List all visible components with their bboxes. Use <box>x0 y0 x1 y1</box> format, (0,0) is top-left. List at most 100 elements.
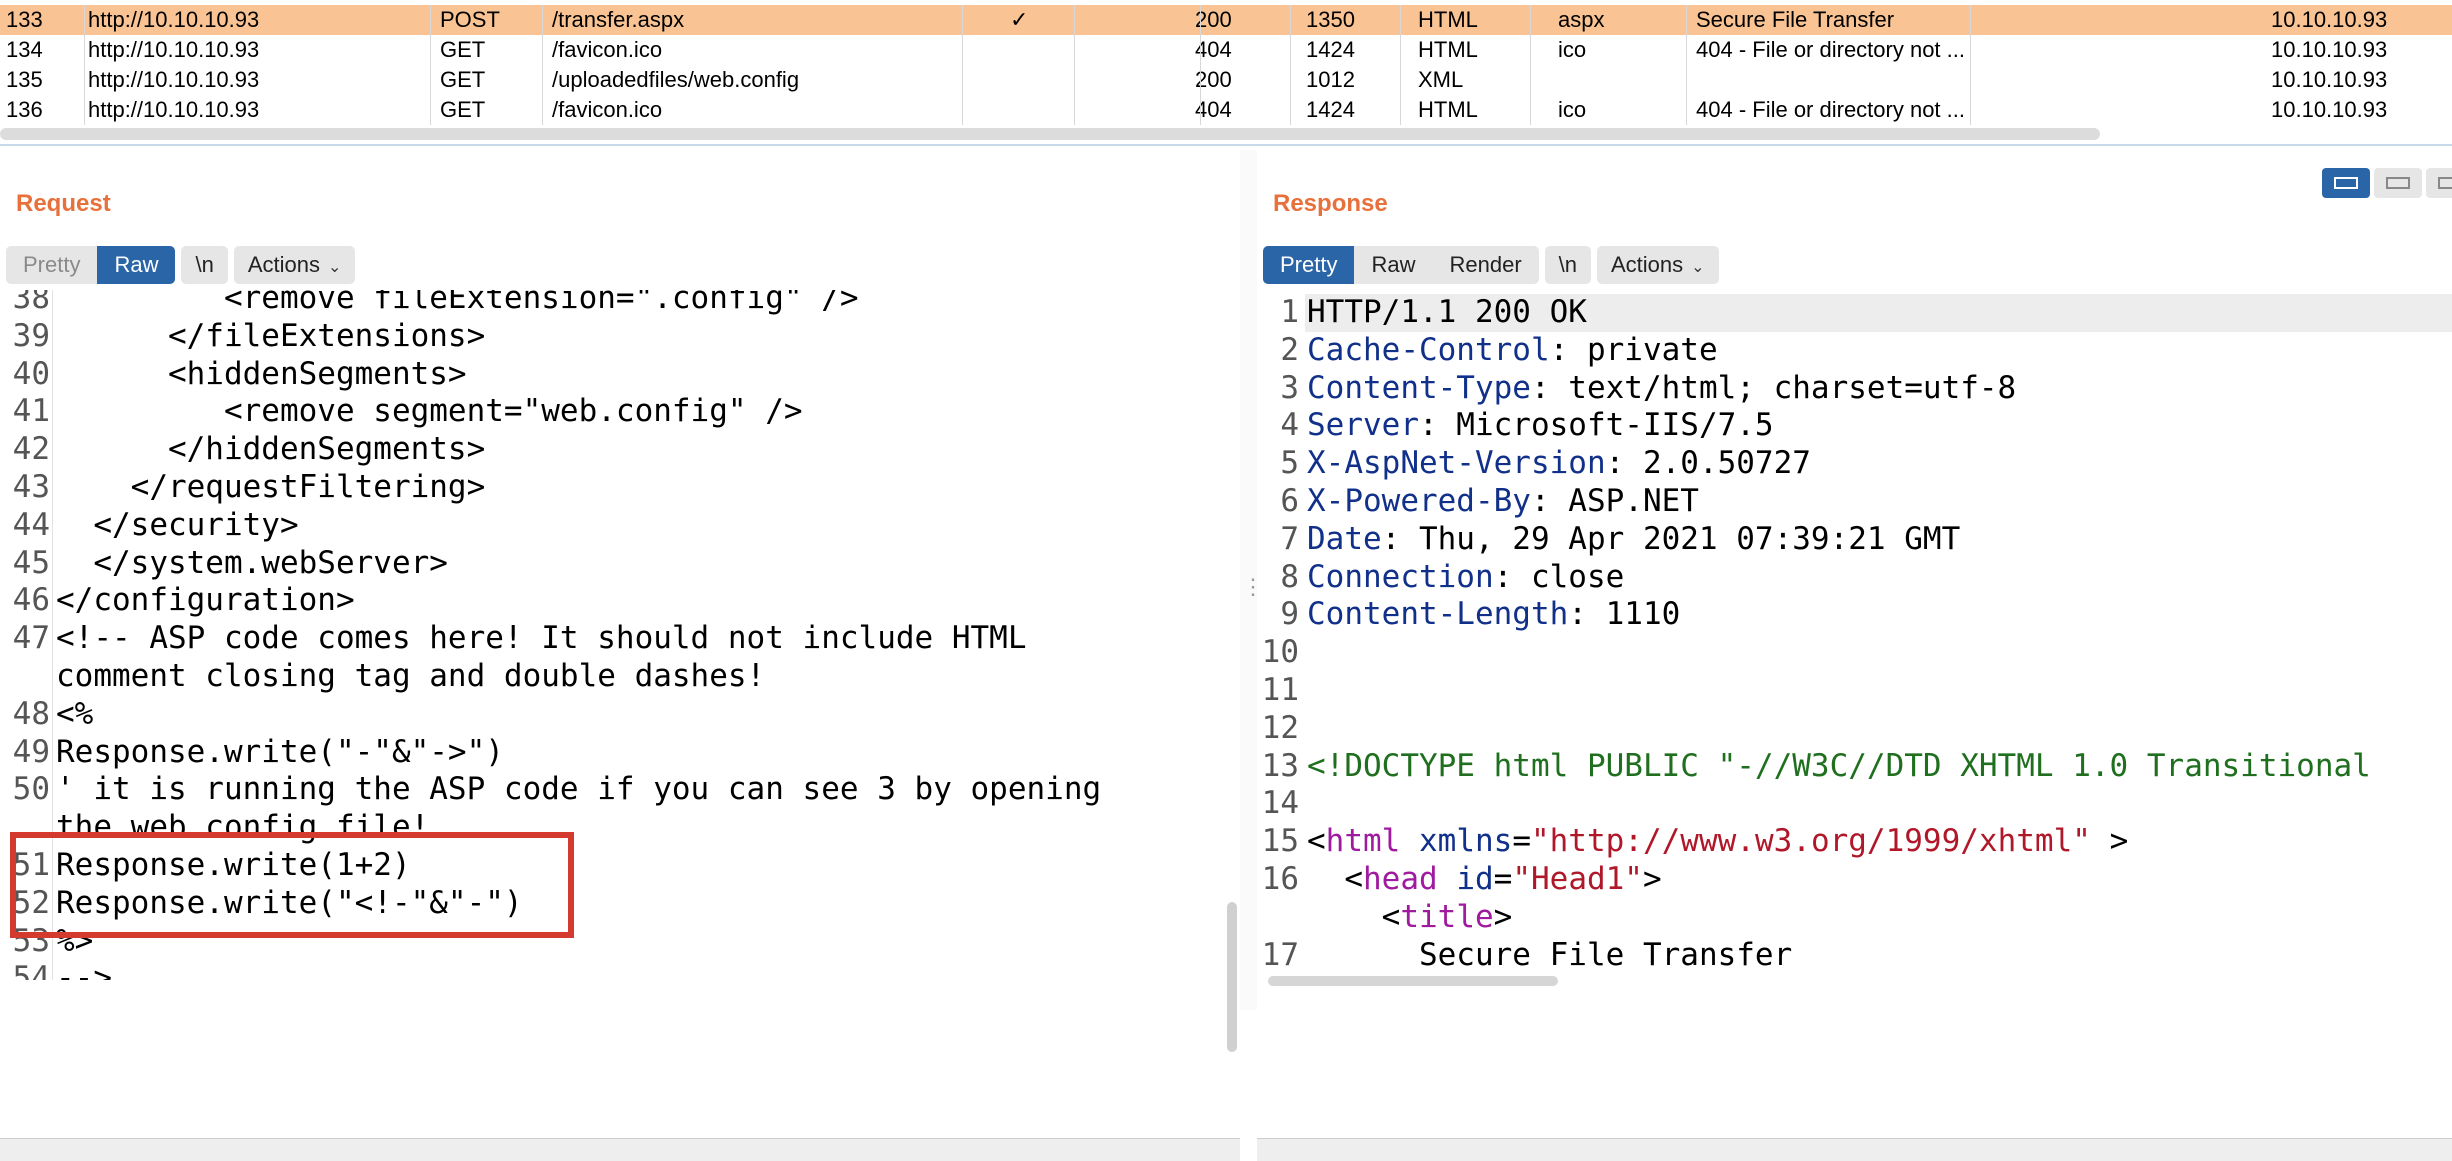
column-divider <box>1686 5 1687 35</box>
history-cell-num: 135 <box>6 67 43 92</box>
code-line: Content-Type: text/html; charset=utf-8 <box>1307 370 2016 408</box>
history-cell-url: /favicon.ico <box>552 37 663 62</box>
history-cell-status: 200 <box>1195 7 1232 32</box>
code-line: HTTP/1.1 200 OK <box>1307 294 1587 332</box>
history-cell-method: POST <box>440 7 500 32</box>
header-value: : 2.0.50727 <box>1605 445 1811 482</box>
request-view-tabs: Pretty Raw <box>6 246 176 284</box>
status-line: HTTP/1.1 200 OK <box>1307 294 1587 330</box>
history-cell-method: GET <box>440 37 486 62</box>
tab-raw[interactable]: Raw <box>97 246 176 284</box>
history-row[interactable]: 136 http://10.10.10.93 GET/favicon.ico 404 1… <box>0 95 2452 125</box>
tab-pretty[interactable]: Pretty <box>1263 246 1355 284</box>
header-name: Date <box>1307 520 1382 557</box>
line-number: 6 <box>1280 483 1299 519</box>
layout-single-button[interactable] <box>2426 168 2452 198</box>
newline-toggle-button[interactable]: \n <box>1544 246 1591 284</box>
header-value: : ASP.NET <box>1530 483 1699 519</box>
tab-raw[interactable]: Raw <box>1354 246 1432 284</box>
history-row[interactable]: 134 http://10.10.10.93 GET/favicon.ico 404 1… <box>0 35 2452 65</box>
history-cell-ip: 10.10.10.93 <box>2271 37 2388 62</box>
column-divider <box>1530 95 1531 125</box>
response-editor[interactable]: 1 HTTP/1.1 200 OK 2 Cache-Control: private 3… <box>1257 290 2452 980</box>
column-divider <box>542 5 543 35</box>
line-number: 48 <box>12 695 50 732</box>
column-divider <box>1074 35 1075 65</box>
history-cell-ip: 10.10.10.93 <box>2271 67 2388 92</box>
history-cell-url: /transfer.aspx <box>552 7 685 32</box>
code-line: <remove segment="web.config" /> <box>56 393 803 430</box>
actions-label: Actions <box>247 252 320 277</box>
layout-stacked-button[interactable] <box>2374 168 2422 198</box>
column-divider <box>430 35 431 65</box>
tab-render[interactable]: Render <box>1432 246 1538 284</box>
history-cell-mime: HTML <box>1418 97 1478 122</box>
column-divider <box>1290 5 1291 35</box>
history-cell-mime: HTML <box>1418 37 1478 62</box>
history-row[interactable]: 133 http://10.10.10.93 POST/transfer.aspx ✓… <box>0 5 2452 35</box>
history-cell-edited <box>1010 95 1070 125</box>
header-value: : Microsoft-IIS/7.5 <box>1418 407 1774 444</box>
response-panel: Response Pretty Raw Render \n Actions ⌄ 1… <box>1257 150 2452 1161</box>
code-line: comment closing tag and double dashes! <box>56 658 766 694</box>
code-line: <!-- ASP code comes here! It should not … <box>56 620 1027 657</box>
history-cell-length: 1424 <box>1306 37 1355 62</box>
layout-side-by-side-button[interactable] <box>2322 168 2370 198</box>
code-line: X-Powered-By: ASP.NET <box>1307 483 1699 521</box>
history-row[interactable]: 135 http://10.10.10.93 GET/uploadedfiles/w… <box>0 65 2452 95</box>
code-line: <title> <box>1307 898 1513 937</box>
line-number: 13 <box>1261 747 1299 784</box>
code-line: Server: Microsoft-IIS/7.5 <box>1307 407 1774 445</box>
history-cell-status: 404 <box>1195 37 1232 62</box>
column-divider <box>1400 35 1401 65</box>
html-token-val: "http://www.w3.org/1999/xhtml" <box>1530 823 2091 860</box>
tab-pretty[interactable]: Pretty <box>6 246 97 284</box>
history-cell-host: http://10.10.10.93 <box>88 7 260 32</box>
code-line: <hiddenSegments> <box>56 355 467 392</box>
line-number: 7 <box>1280 520 1299 557</box>
head-token-close: > <box>1642 861 1662 897</box>
column-divider <box>1970 5 1971 35</box>
column-divider <box>542 65 543 95</box>
code-line: Date: Thu, 29 Apr 2021 07:39:21 GMT <box>1307 521 1960 559</box>
column-divider <box>1074 5 1075 35</box>
code-line: Secure File Transfer <box>1307 937 1792 975</box>
history-cell-status: 404 <box>1195 97 1232 122</box>
line-number: 8 <box>1280 558 1299 595</box>
actions-button[interactable]: Actions ⌄ <box>233 246 356 284</box>
line-number: 44 <box>12 506 50 543</box>
response-title: Response <box>1273 190 1388 217</box>
column-divider <box>1074 95 1075 125</box>
column-divider <box>1970 95 1971 125</box>
code-line: </system.webServer> <box>56 544 448 581</box>
history-cell-mime: XML <box>1418 67 1464 92</box>
newline-toggle-button[interactable]: \n <box>181 246 228 284</box>
request-search-bar[interactable] <box>0 1138 1240 1161</box>
line-number: 1 <box>1280 294 1299 330</box>
line-number: 14 <box>1261 785 1299 822</box>
code-line: <% <box>56 695 94 732</box>
title-token-tag: title <box>1400 898 1494 935</box>
request-title: Request <box>16 190 111 217</box>
response-horizontal-scrollbar[interactable] <box>1268 976 1558 986</box>
history-cell-host: http://10.10.10.93 <box>88 67 260 92</box>
horizontal-splitter[interactable] <box>0 144 2452 146</box>
header-name: Content-Type <box>1307 369 1531 406</box>
header-value: : text/html; charset=utf-8 <box>1530 369 2017 406</box>
header-name: Cache-Control <box>1307 331 1550 368</box>
line-number: 54 <box>12 960 50 980</box>
history-horizontal-scrollbar[interactable] <box>0 128 2100 140</box>
column-divider <box>1200 95 1201 125</box>
request-vertical-scrollbar[interactable] <box>1227 902 1237 1052</box>
header-name: X-Powered-By <box>1307 483 1531 519</box>
line-number: 38 <box>12 290 50 316</box>
code-line: Connection: close <box>1307 559 1624 597</box>
column-divider <box>1530 5 1531 35</box>
header-name: Content-Length <box>1307 596 1569 633</box>
column-divider <box>430 5 431 35</box>
actions-button[interactable]: Actions ⌄ <box>1597 246 1719 284</box>
response-search-bar[interactable] <box>1257 1138 2452 1161</box>
actions-label: Actions <box>1611 252 1684 277</box>
header-name: Connection <box>1307 558 1494 595</box>
code-line: Content-Length: 1110 <box>1307 596 1680 634</box>
